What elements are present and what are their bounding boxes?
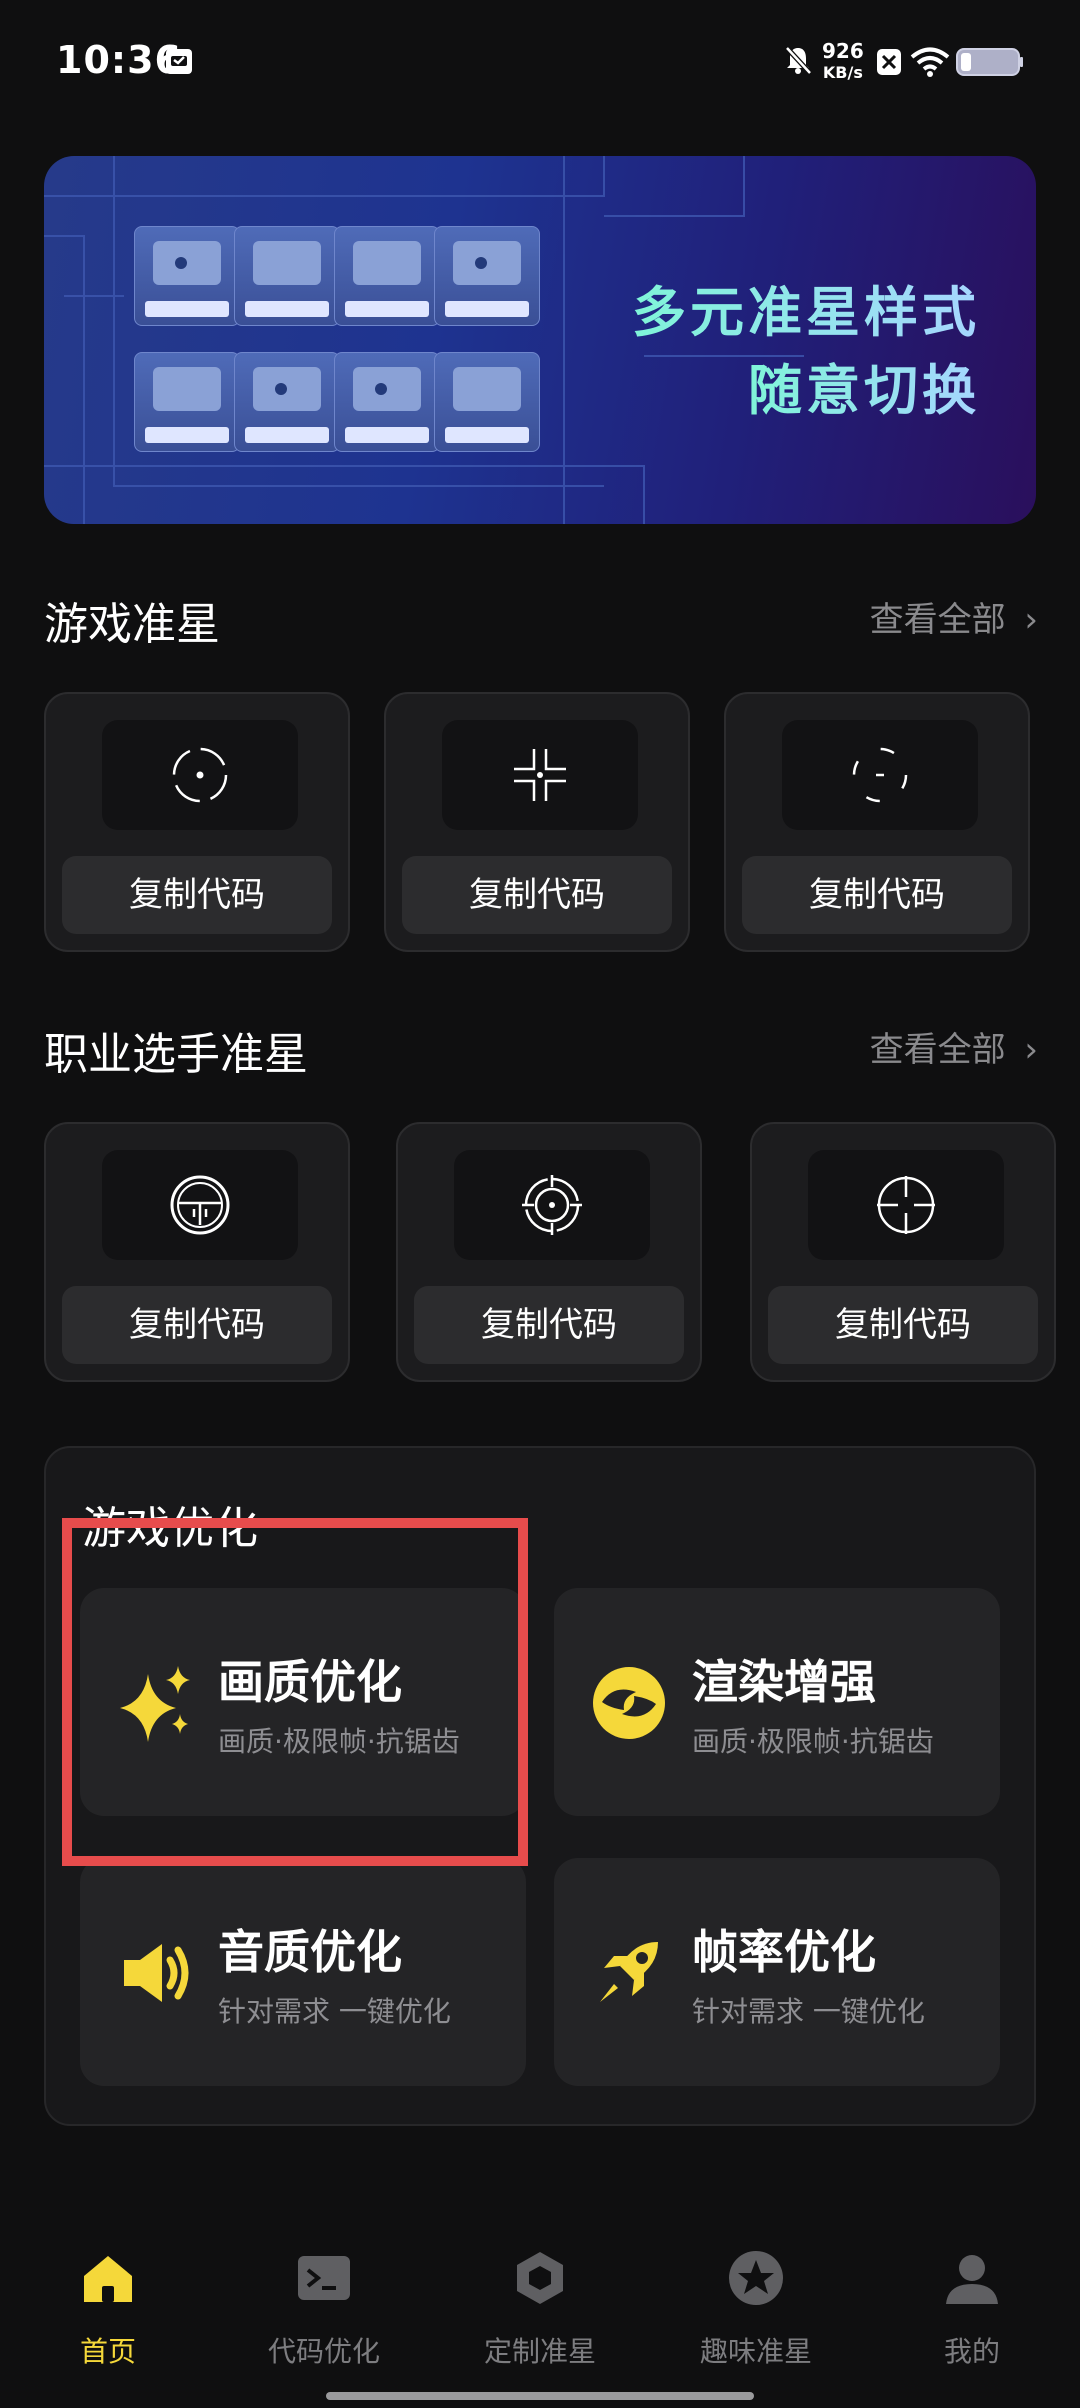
t-scope-crosshair-icon <box>170 1175 230 1235</box>
home-indicator[interactable] <box>326 2392 754 2400</box>
section-title-pro-crosshair: 职业选手准星 <box>44 1029 308 1080</box>
bottom-nav: 首页 代码优化 定制准星 趣味准星 我的 <box>0 2240 1080 2380</box>
image-quality-optimization-button[interactable]: 画质优化 画质·极限帧·抗锯齿 <box>80 1588 526 1816</box>
close-notification-icon <box>877 49 901 75</box>
option-title: 渲染增强 <box>692 1655 876 1709</box>
sparkle-icon <box>120 1666 190 1742</box>
chevron-right-icon: › <box>1024 1030 1038 1070</box>
crosshair-preview <box>102 1150 298 1260</box>
battery-icon <box>956 48 1023 76</box>
banner-headline-1: 多元准星样式 <box>632 268 980 347</box>
banner-preview-tile <box>134 352 240 452</box>
person-icon <box>946 2255 998 2304</box>
option-subtitle: 画质·极限帧·抗锯齿 <box>692 1725 934 1758</box>
wifi-icon <box>910 47 950 77</box>
see-all-game-crosshair[interactable]: 查看全部 › <box>870 592 1038 641</box>
copy-code-button[interactable]: 复制代码 <box>62 1286 332 1364</box>
banner-preview-tile <box>434 226 540 326</box>
promo-banner[interactable]: 多元准星样式 随意切换 <box>44 156 1036 524</box>
nav-label: 趣味准星 <box>699 2335 812 2368</box>
target-ring-crosshair-icon <box>522 1175 582 1235</box>
render-enhance-button[interactable]: 渲染增强 画质·极限帧·抗锯齿 <box>554 1588 1000 1816</box>
crosshair-preview <box>782 720 978 830</box>
copy-code-button[interactable]: 复制代码 <box>414 1286 684 1364</box>
swirl-icon <box>593 1667 665 1739</box>
crosshair-card: 复制代码 <box>396 1122 702 1382</box>
copy-code-button[interactable]: 复制代码 <box>62 856 332 934</box>
option-subtitle: 针对需求 一键优化 <box>692 1995 925 2028</box>
crosshair-preview <box>442 720 638 830</box>
circle-dot-crosshair-icon <box>172 747 228 803</box>
banner-preview-tile <box>334 226 440 326</box>
status-bar: 10:36 926 KB/s <box>0 0 1080 120</box>
nav-label: 代码优化 <box>267 2335 380 2368</box>
nav-item-fun-crosshair[interactable]: 趣味准星 <box>648 2240 864 2380</box>
audio-quality-optimization-button[interactable]: 音质优化 针对需求 一键优化 <box>80 1858 526 2086</box>
banner-preview-tile <box>134 226 240 326</box>
frame-rate-optimization-button[interactable]: 帧率优化 针对需求 一键优化 <box>554 1858 1000 2086</box>
section-title-game-optimization: 游戏优化 <box>82 1503 258 1554</box>
see-all-pro-crosshair[interactable]: 查看全部 › <box>870 1022 1038 1071</box>
option-subtitle: 画质·极限帧·抗锯齿 <box>218 1725 460 1758</box>
network-speed-unit: KB/s <box>822 63 863 82</box>
hexagon-icon <box>517 2252 563 2304</box>
nav-label: 定制准星 <box>483 2335 596 2368</box>
terminal-icon <box>298 2256 350 2300</box>
rocket-icon <box>600 1942 658 2002</box>
option-title: 帧率优化 <box>692 1925 876 1979</box>
banner-preview-tile <box>234 226 340 326</box>
see-all-label: 查看全部 <box>869 600 1006 640</box>
banner-preview-tile <box>334 352 440 452</box>
crosshair-preview <box>808 1150 1004 1260</box>
see-all-label: 查看全部 <box>869 1030 1006 1070</box>
crosshair-preview <box>102 720 298 830</box>
nav-item-code-optimization[interactable]: 代码优化 <box>216 2240 432 2380</box>
copy-code-button[interactable]: 复制代码 <box>768 1286 1038 1364</box>
option-subtitle: 针对需求 一键优化 <box>218 1995 451 2028</box>
nav-item-profile[interactable]: 我的 <box>864 2240 1080 2380</box>
nav-label: 首页 <box>79 2335 136 2368</box>
chevron-right-icon: › <box>1024 600 1038 640</box>
bell-muted-icon <box>785 46 812 75</box>
crosshair-card: 复制代码 <box>384 692 690 952</box>
banner-preview-tile <box>434 352 540 452</box>
copy-code-button[interactable]: 复制代码 <box>402 856 672 934</box>
banner-preview-tile <box>234 352 340 452</box>
split-circle-crosshair-icon <box>852 747 908 803</box>
home-icon <box>84 2256 132 2302</box>
nav-item-custom-crosshair[interactable]: 定制准星 <box>432 2240 648 2380</box>
nav-item-home[interactable]: 首页 <box>0 2240 216 2380</box>
copy-code-button[interactable]: 复制代码 <box>742 856 1012 934</box>
network-speed: 926 KB/s <box>822 40 864 84</box>
option-title: 音质优化 <box>218 1925 402 1979</box>
banner-headline-2: 随意切换 <box>748 346 980 425</box>
speaker-icon <box>124 1944 189 2002</box>
star-icon <box>729 2251 783 2305</box>
corner-bracket-crosshair-icon <box>514 749 566 801</box>
crosshair-card: 复制代码 <box>44 692 350 952</box>
game-optimization-panel: 游戏优化 画质优化 画质·极限帧·抗锯齿 渲染增强 画质·极限帧·抗锯齿 音质优… <box>44 1446 1036 2126</box>
option-title: 画质优化 <box>218 1655 402 1709</box>
cross-circle-crosshair-icon <box>877 1176 935 1234</box>
crosshair-card: 复制代码 <box>750 1122 1056 1382</box>
calendar-notification-icon <box>166 49 192 74</box>
crosshair-card: 复制代码 <box>44 1122 350 1382</box>
section-title-game-crosshair: 游戏准星 <box>44 599 220 650</box>
crosshair-card: 复制代码 <box>724 692 1030 952</box>
network-speed-value: 926 <box>822 39 864 63</box>
crosshair-preview <box>454 1150 650 1260</box>
nav-label: 我的 <box>943 2335 1000 2368</box>
